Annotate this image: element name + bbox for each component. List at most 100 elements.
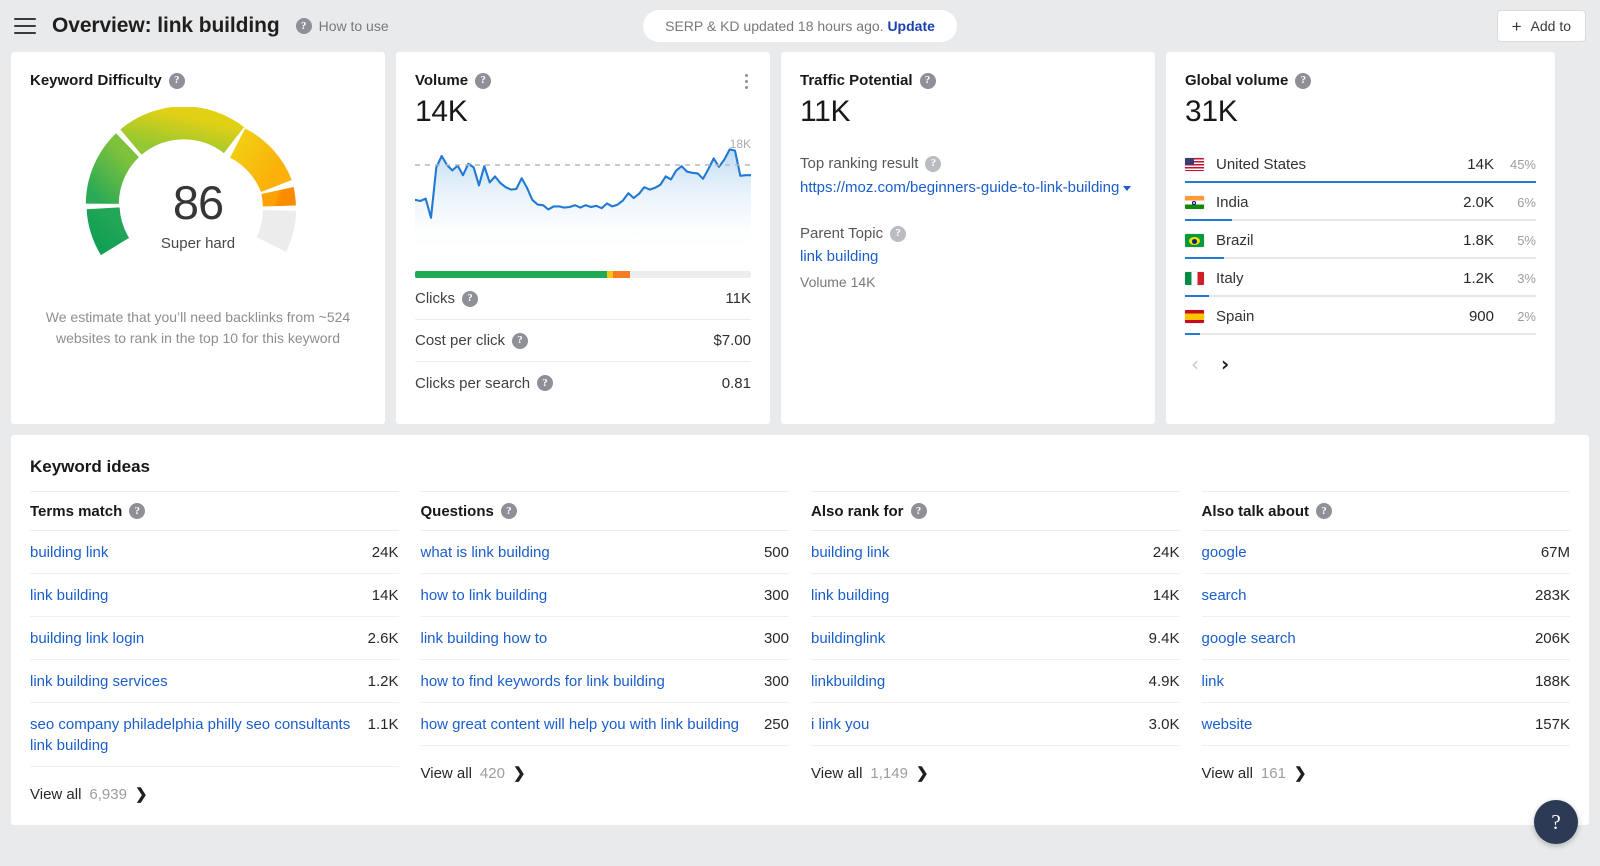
keyword-link[interactable]: i link you [811, 714, 869, 735]
keyword-link[interactable]: how great content will help you with lin… [421, 714, 740, 735]
question-mark-icon[interactable]: ? [910, 503, 927, 519]
keyword-link[interactable]: website [1202, 714, 1253, 735]
pagination-prev-icon[interactable]: ‹ [1191, 354, 1199, 374]
how-to-use-link[interactable]: ? How to use [295, 18, 389, 34]
keyword-row[interactable]: what is link building 500 [420, 531, 789, 574]
question-mark-icon[interactable]: ? [462, 290, 478, 307]
question-mark-icon[interactable]: ? [512, 332, 529, 349]
question-mark-icon[interactable]: ? [925, 155, 942, 172]
traffic-potential-value: 11K [800, 95, 851, 128]
keyword-volume: 24K [1152, 544, 1180, 561]
metric-row: Clicks per search? 0.81 [415, 362, 751, 404]
keyword-row[interactable]: link building services 1.2K [30, 660, 399, 703]
keyword-row[interactable]: linkbuilding 4.9K [811, 660, 1180, 703]
keyword-row[interactable]: seo company philadelphia philly seo cons… [30, 703, 399, 767]
chevron-down-icon[interactable] [1123, 185, 1132, 191]
parent-topic-link[interactable]: link building [781, 242, 1155, 265]
country-name: Brazil [1216, 232, 1254, 249]
keyword-row[interactable]: link building how to 300 [420, 617, 789, 660]
keyword-row[interactable]: google 67M [1201, 531, 1570, 574]
keyword-link[interactable]: google [1202, 542, 1247, 563]
keyword-link[interactable]: what is link building [421, 542, 550, 563]
keyword-link[interactable]: how to find keywords for link building [421, 671, 665, 692]
keyword-row[interactable]: building link 24K [811, 531, 1180, 574]
country-row[interactable]: Italy 1.2K 3% [1185, 259, 1536, 297]
keyword-link[interactable]: seo company philadelphia philly seo cons… [30, 714, 354, 756]
top-ranking-result-link[interactable]: https://moz.com/beginners-guide-to-link-… [781, 172, 1155, 199]
keyword-link[interactable]: building link [811, 542, 889, 563]
question-mark-icon[interactable]: ? [475, 72, 492, 89]
question-mark-icon[interactable]: ? [1295, 72, 1312, 89]
keyword-link[interactable]: link building services [30, 671, 168, 692]
volume-metric-list: Clicks? 11K Cost per click? $7.00 Clicks… [415, 278, 751, 404]
country-percent: 3% [1517, 271, 1536, 286]
keyword-row[interactable]: building link login 2.6K [30, 617, 399, 660]
view-all-link[interactable]: View all 1,149 ❯ [811, 764, 1180, 783]
keyword-link[interactable]: link [1202, 671, 1225, 692]
country-share-track [1185, 257, 1536, 259]
keyword-volume: 300 [763, 587, 789, 604]
global-volume-card: Global volume ? 31K United States 14K 45% I… [1166, 52, 1555, 424]
keyword-row[interactable]: link building 14K [811, 574, 1180, 617]
hamburger-icon[interactable] [14, 18, 36, 34]
keyword-link[interactable]: linkbuilding [811, 671, 885, 692]
country-row[interactable]: Brazil 1.8K 5% [1185, 221, 1536, 259]
keyword-volume: 14K [371, 587, 399, 604]
keyword-link[interactable]: link building how to [421, 628, 548, 649]
keyword-volume: 24K [371, 544, 399, 561]
update-link[interactable]: Update [887, 18, 934, 34]
keyword-row[interactable]: how to link building 300 [420, 574, 789, 617]
keyword-ideas-columns: Terms match? building link 24K link buildin… [11, 491, 1589, 803]
country-row[interactable]: India 2.0K 6% [1185, 183, 1536, 221]
country-row[interactable]: Spain 900 2% [1185, 297, 1536, 335]
country-name: United States [1216, 156, 1307, 173]
question-mark-icon[interactable]: ? [168, 72, 185, 89]
country-share-track [1185, 333, 1536, 335]
top-ranking-result-row: Top ranking result ? [781, 129, 1155, 172]
view-all-label: View all [1201, 764, 1253, 782]
chevron-right-icon: ❯ [134, 786, 148, 803]
keyword-row[interactable]: website 157K [1201, 703, 1570, 746]
keyword-row[interactable]: how to find keywords for link building 30… [420, 660, 789, 703]
country-volume: 14K [1467, 156, 1494, 173]
question-mark-icon[interactable]: ? [1316, 503, 1333, 519]
question-mark-icon: ? [295, 18, 312, 34]
keyword-row[interactable]: google search 206K [1201, 617, 1570, 660]
keyword-link[interactable]: building link [30, 542, 108, 563]
add-to-button[interactable]: + Add to [1496, 10, 1586, 42]
how-to-use-label: How to use [318, 18, 389, 34]
country-volume: 900 [1468, 308, 1494, 325]
parent-topic-volume: Volume 14K [800, 274, 876, 290]
question-mark-icon[interactable]: ? [129, 503, 146, 519]
view-all-link[interactable]: View all 161 ❯ [1201, 764, 1571, 783]
keyword-volume: 1.1K [367, 716, 399, 733]
keyword-link[interactable]: search [1202, 585, 1247, 606]
keyword-row[interactable]: link 188K [1201, 660, 1570, 703]
keyword-row[interactable]: link building 14K [30, 574, 399, 617]
country-share-fill [1185, 219, 1232, 221]
pagination-next-icon[interactable]: › [1221, 354, 1229, 374]
question-mark-icon[interactable]: ? [500, 503, 517, 519]
keyword-row[interactable]: buildinglink 9.4K [811, 617, 1180, 660]
country-row[interactable]: United States 14K 45% [1185, 145, 1536, 183]
question-mark-icon[interactable]: ? [537, 375, 554, 391]
keyword-row[interactable]: i link you 3.0K [811, 703, 1180, 746]
question-mark-icon[interactable]: ? [919, 72, 936, 89]
keyword-link[interactable]: how to link building [421, 585, 548, 606]
keyword-row[interactable]: search 283K [1201, 574, 1570, 617]
country-row-main: United States 14K 45% [1185, 148, 1536, 181]
keyword-row[interactable]: building link 24K [30, 531, 399, 574]
keyword-link[interactable]: link building [811, 585, 889, 606]
support-help-button[interactable]: ? [1534, 800, 1578, 844]
keyword-link[interactable]: buildinglink [811, 628, 885, 649]
clicks-split-paid [606, 271, 614, 278]
keyword-link[interactable]: google search [1202, 628, 1296, 649]
keyword-volume: 2.6K [367, 630, 399, 647]
view-all-link[interactable]: View all 6,939 ❯ [30, 785, 399, 804]
question-mark-icon[interactable]: ? [890, 225, 907, 242]
keyword-link[interactable]: building link login [30, 628, 144, 649]
keyword-row[interactable]: how great content will help you with lin… [420, 703, 789, 746]
keyword-link[interactable]: link building [30, 585, 108, 606]
volume-options-kebab-icon[interactable] [745, 74, 748, 89]
view-all-link[interactable]: View all 420 ❯ [421, 764, 790, 783]
